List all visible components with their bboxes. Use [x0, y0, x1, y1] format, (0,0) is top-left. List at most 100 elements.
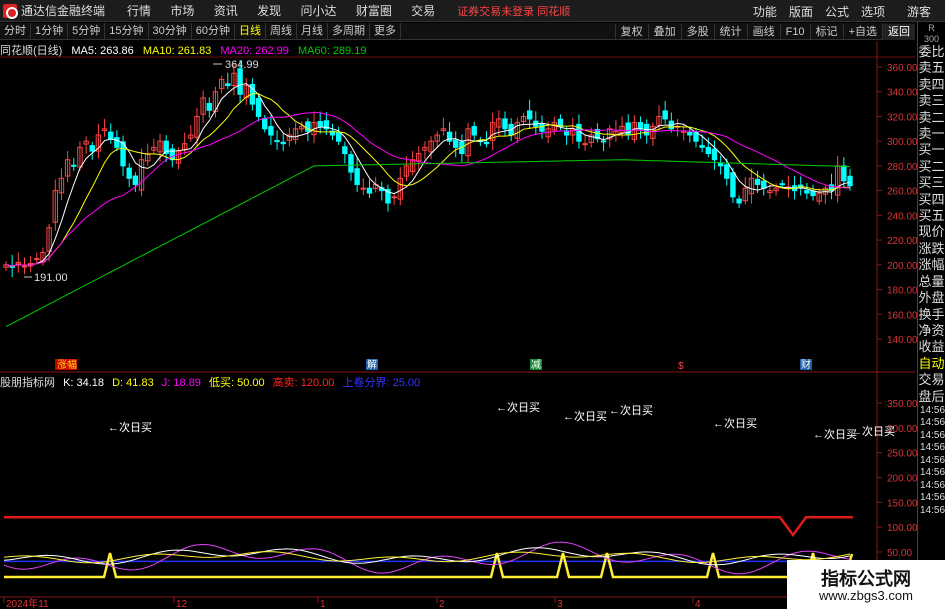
sidebar-after-hours[interactable]: 盘后 [918, 389, 945, 405]
price-tick-label: 180.00 [887, 286, 918, 297]
ma-info-line: 同花顺(日线) MA5: 263.86 MA10: 261.83 MA20: 2… [0, 42, 372, 57]
price-tick-label: 200.00 [887, 261, 918, 272]
candle-body [366, 187, 373, 194]
sidebar-item-sell1: 卖一 [918, 126, 945, 142]
indicator-axis: 350.00300.00250.00200.00150.00100.0050.0… [877, 399, 918, 559]
sidebar-item-buy4: 买四 [918, 191, 945, 207]
candle-body [360, 187, 367, 190]
candle-body [348, 154, 354, 173]
candle-body [255, 98, 262, 117]
sidebar-item-price: 现价 [918, 224, 945, 240]
candle-body [317, 121, 323, 127]
price-tick-label: 160.00 [887, 310, 918, 321]
sidebar-item-buy3: 买三 [918, 175, 945, 191]
sidebar-item-earnings: 收益 [918, 339, 945, 355]
sidebar-item-turnover: 换手 [918, 306, 945, 322]
candle-body [841, 165, 847, 182]
sidebar-header-r: R [928, 23, 935, 33]
price-tick-label: 320.00 [887, 112, 918, 123]
candle-body [711, 148, 718, 161]
indicator-tick-label: 50.00 [887, 548, 912, 559]
kline-chart[interactable]: 360.00 340.00 320.00 300.00 280.00 260.00 240.… [0, 0, 945, 609]
price-tick-label: 360.00 [887, 63, 918, 74]
sidebar-item-net-asset: 净资 [918, 322, 945, 338]
candle-body [761, 180, 767, 189]
candle-body [471, 126, 477, 136]
candle-body [730, 172, 736, 198]
sidebar-time-8: 14:56 [920, 504, 945, 516]
date-tick-label: 2 [439, 599, 445, 609]
j-line [3, 541, 851, 575]
high-label: 364.99 [225, 59, 259, 71]
date-tick-label: 4 [695, 599, 701, 609]
sidebar-item-sell3: 卖三 [918, 93, 945, 109]
sidebar-mode[interactable]: 自动 [918, 356, 945, 372]
indicator-tick-label: 250.00 [887, 449, 918, 460]
stock-label: 同花顺(日线) [0, 45, 63, 57]
quote-sidebar: R 300 委比 卖五 卖四 卖三 卖二 卖一 买一 买二 买三 买四 买五 现… [917, 22, 945, 609]
candle-body [89, 145, 95, 152]
indicator-tick-label: 350.00 [887, 399, 918, 410]
ma5-value: MA5: 263.86 [71, 45, 134, 57]
indicator-up-break: 上卷分界: 25.00 [342, 377, 421, 389]
next-day-buy-7: ←次日买 [851, 424, 895, 438]
ma10-value: MA10: 261.83 [142, 45, 212, 57]
candle-body [262, 118, 268, 130]
next-day-buy-4: ←次日买 [609, 403, 653, 417]
candle-body [779, 183, 785, 186]
indicator-d: D: 41.83 [112, 377, 154, 389]
indicator-name: 股朋指标网 [0, 377, 55, 389]
indicator-info-line: 股朋指标网 K: 34.18 D: 41.83 J: 18.89 低买: 50.… [0, 374, 425, 389]
date-tick-label: 12 [176, 599, 188, 609]
low-label: 191.00 [34, 272, 68, 284]
next-day-buy-3: ←次日买 [563, 409, 607, 423]
candle-body [717, 162, 724, 167]
candle-body [335, 132, 342, 142]
candle-body [705, 146, 712, 155]
indicator-low-buy: 低买: 50.00 [208, 377, 265, 389]
candle-body [600, 140, 607, 143]
sidebar-trade[interactable]: 交易 [918, 372, 945, 388]
sidebar-time-4: 14:56 [920, 454, 945, 466]
sidebar-item-outer: 外盘 [918, 290, 945, 306]
marker-finance-label: 财 [801, 358, 811, 371]
watermark: 指标公式网 www.zbgs3.com [787, 560, 945, 609]
indicator-j: J: 18.89 [161, 377, 201, 389]
moving-averages [5, 83, 851, 328]
sidebar-time-7: 14:56 [920, 492, 945, 504]
date-axis: 2024年11 12 1 2 3 4 [3, 597, 701, 609]
price-tick-label: 300.00 [887, 137, 918, 148]
sidebar-item-pct: 涨幅 [918, 257, 945, 273]
candle-body [502, 118, 508, 130]
candle-body [225, 83, 231, 87]
sidebar-item-buy1: 买一 [918, 142, 945, 158]
candlesticks [3, 60, 853, 278]
candle-body [526, 110, 533, 120]
candle-body [724, 164, 730, 179]
sidebar-item-sell4: 卖四 [918, 76, 945, 92]
candle-body [114, 137, 120, 148]
price-tick-label: 140.00 [887, 335, 918, 346]
sidebar-item-sell2: 卖二 [918, 109, 945, 125]
price-tick-label: 220.00 [887, 236, 918, 247]
candle-body [539, 123, 545, 132]
candle-body [847, 175, 853, 187]
next-day-buy-2: ←次日买 [496, 400, 540, 414]
high-sell-line [4, 515, 853, 538]
candle-body [280, 141, 286, 145]
candle-body [699, 145, 705, 148]
ma10-line [5, 93, 851, 267]
candle-body [687, 131, 693, 136]
date-tick-label: 2024年11 [6, 597, 49, 609]
candle-body [21, 265, 28, 268]
candle-body [132, 175, 139, 185]
candle-body [453, 139, 459, 148]
watermark-url: www.zbgs3.com [819, 588, 913, 603]
marker-unlock-label: 解 [367, 358, 377, 371]
ma20-line [5, 111, 851, 267]
price-tick-label: 340.00 [887, 88, 918, 99]
candle-body [274, 140, 280, 143]
indicator-k: K: 34.18 [63, 377, 105, 389]
indicator-tick-label: 100.00 [887, 523, 918, 534]
sidebar-time-3: 14:56 [920, 442, 945, 454]
